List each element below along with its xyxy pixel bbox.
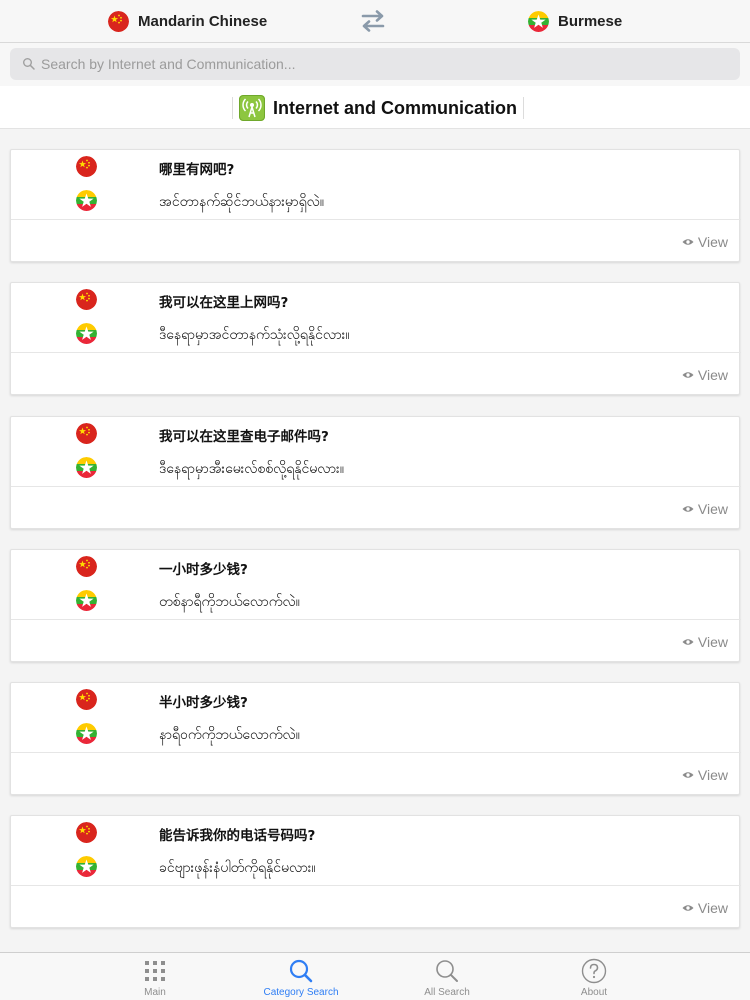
phrase-card: 我可以在这里上网吗? ဒီနေရာမှာအင်တာနက်သုံးလို့ရနို…	[10, 282, 741, 395]
myanmar-flag-icon	[76, 590, 97, 611]
view-button[interactable]: View	[682, 233, 728, 251]
china-flag-icon	[76, 289, 97, 310]
myanmar-flag-icon	[76, 856, 97, 877]
eye-icon	[682, 372, 694, 378]
phrase-list: 哪里有网吧? အင်တာနက်ဆိုင်ဘယ်နားမှာရှိလဲ။ View…	[0, 129, 750, 952]
view-label: View	[697, 501, 728, 517]
china-flag-icon	[76, 156, 97, 177]
myanmar-flag-icon	[76, 723, 97, 744]
china-flag-icon	[108, 11, 129, 32]
myanmar-flag-icon	[76, 457, 97, 478]
phrase-burmese: ဒီနေရာမှာအင်တာနက်သုံးလို့ရနိုင်လား။	[159, 327, 350, 343]
eye-icon	[682, 772, 694, 778]
language-bar: Mandarin Chinese Burmese	[0, 0, 750, 43]
tab-bar: Main Category Search All Search About	[0, 952, 750, 1000]
phrase-row-chinese: 能告诉我你的电话号码吗?	[11, 816, 741, 850]
source-language-label: Mandarin Chinese	[138, 13, 268, 30]
tab-label: Category Search	[263, 987, 339, 998]
search-input[interactable]	[41, 48, 731, 80]
target-language-button[interactable]: Burmese	[528, 0, 622, 43]
phrase-chinese: 一小时多少钱?	[159, 562, 248, 578]
phrase-card: 能告诉我你的电话号码吗? ခင်ဗျားဖုန်းနံပါတ်ကိုရနိုင်…	[10, 815, 741, 928]
phrase-row-chinese: 哪里有网吧?	[11, 150, 741, 184]
divider	[11, 219, 741, 220]
tab-about[interactable]: About	[534, 953, 654, 1000]
eye-icon	[682, 506, 694, 512]
phrase-row-burmese: နာရီဝက်ကိုဘယ်လောက်လဲ။	[11, 717, 741, 751]
phrase-burmese: နာရီဝက်ကိုဘယ်လောက်လဲ။	[159, 727, 300, 743]
grid-icon	[145, 961, 165, 981]
divider	[523, 97, 525, 119]
china-flag-icon	[76, 822, 97, 843]
view-button[interactable]: View	[682, 633, 728, 651]
divider	[11, 885, 741, 886]
tab-label: About	[580, 987, 608, 998]
phrase-burmese: ခင်ဗျားဖုန်းနံပါတ်ကိုရနိုင်မလား။	[159, 860, 316, 876]
view-button[interactable]: View	[682, 500, 728, 518]
phrase-burmese: ဒီနေရာမှာအီးမေးလ်စစ်လို့ရနိုင်မလား။	[159, 461, 344, 477]
phrase-burmese: တစ်နာရီကိုဘယ်လောက်လဲ။	[159, 594, 300, 610]
phrase-chinese: 能告诉我你的电话号码吗?	[159, 828, 316, 844]
search-field[interactable]	[10, 48, 740, 80]
phrase-chinese: 半小时多少钱?	[159, 695, 248, 711]
china-flag-icon	[76, 423, 97, 444]
question-circle-icon	[581, 958, 607, 984]
phrase-chinese: 我可以在这里上网吗?	[159, 295, 289, 311]
tab-label: All Search	[424, 987, 470, 998]
eye-icon	[682, 905, 694, 911]
view-label: View	[697, 900, 728, 916]
phrase-card: 我可以在这里查电子邮件吗? ဒီနေရာမှာအီးမေးလ်စစ်လို့ရန…	[10, 416, 741, 529]
phrase-row-burmese: ဒီနေရာမှာအီးမေးလ်စစ်လို့ရနိုင်မလား။	[11, 451, 741, 485]
china-flag-icon	[76, 689, 97, 710]
phrase-chinese: 哪里有网吧?	[159, 162, 235, 178]
phrase-row-burmese: ဒီနေရာမှာအင်တာနက်သုံးလို့ရနိုင်လား။	[11, 317, 741, 351]
view-button[interactable]: View	[682, 899, 728, 917]
category-title: Internet and Communication	[273, 97, 518, 118]
tab-main[interactable]: Main	[95, 953, 215, 1000]
view-button[interactable]: View	[682, 766, 728, 784]
divider	[11, 352, 741, 353]
divider	[11, 486, 741, 487]
search-icon	[436, 960, 458, 982]
phrase-card: 一小时多少钱? တစ်နာရီကိုဘယ်လောက်လဲ။ View	[10, 549, 741, 662]
myanmar-flag-icon	[528, 11, 549, 32]
tab-all-search[interactable]: All Search	[387, 953, 507, 1000]
phrase-row-burmese: တစ်နာရီကိုဘယ်လောက်လဲ။	[11, 584, 741, 618]
phrase-row-chinese: 我可以在这里查电子邮件吗?	[11, 417, 741, 451]
phrase-row-chinese: 我可以在这里上网吗?	[11, 283, 741, 317]
phrase-row-chinese: 半小时多少钱?	[11, 683, 741, 717]
category-header: Internet and Communication	[0, 86, 750, 129]
source-language-button[interactable]: Mandarin Chinese	[108, 0, 267, 43]
search-bar	[0, 43, 750, 86]
divider	[11, 619, 741, 620]
target-language-label: Burmese	[558, 13, 623, 30]
phrase-burmese: အင်တာနက်ဆိုင်ဘယ်နားမှာရှိလဲ။	[159, 194, 325, 210]
antenna-signal-icon	[239, 95, 265, 121]
phrase-chinese: 我可以在这里查电子邮件吗?	[159, 429, 329, 445]
eye-icon	[682, 639, 694, 645]
view-label: View	[697, 367, 728, 383]
view-button[interactable]: View	[682, 366, 728, 384]
view-label: View	[697, 634, 728, 650]
view-label: View	[697, 234, 728, 250]
swap-arrows-icon[interactable]	[360, 9, 386, 33]
phrase-card: 半小时多少钱? နာရီဝက်ကိုဘယ်လောက်လဲ။ View	[10, 682, 741, 795]
china-flag-icon	[76, 556, 97, 577]
divider	[11, 752, 741, 753]
phrase-row-burmese: အင်တာနက်ဆိုင်ဘယ်နားမှာရှိလဲ။	[11, 184, 741, 218]
divider	[232, 97, 233, 119]
eye-icon	[682, 239, 694, 245]
phrase-card: 哪里有网吧? အင်တာနက်ဆိုင်ဘယ်နားမှာရှိလဲ။ View	[10, 149, 741, 262]
view-label: View	[697, 767, 728, 783]
tab-label: Main	[144, 987, 166, 998]
phrase-row-chinese: 一小时多少钱?	[11, 550, 741, 584]
app: Mandarin Chinese Burmese Search by Inter…	[0, 0, 750, 1000]
myanmar-flag-icon	[76, 323, 97, 344]
myanmar-flag-icon	[76, 190, 97, 211]
phrase-row-burmese: ခင်ဗျားဖုန်းနံပါတ်ကိုရနိုင်မလား။	[11, 850, 741, 884]
tab-category-search[interactable]: Category Search	[241, 953, 361, 1000]
search-icon	[289, 959, 313, 983]
search-icon	[23, 58, 35, 70]
